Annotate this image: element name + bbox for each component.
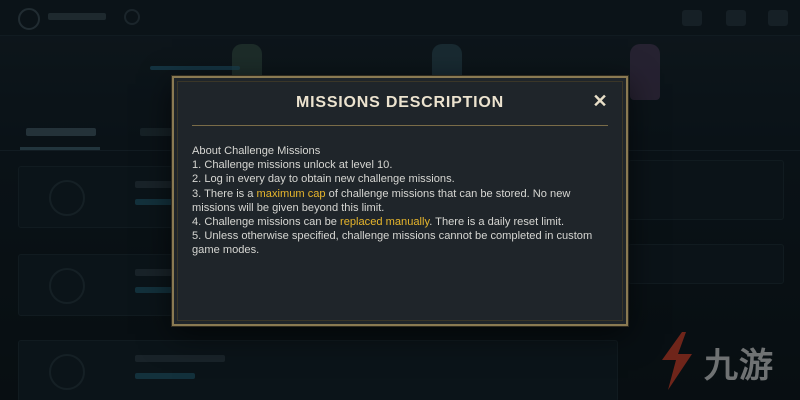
rule-item: 3. There is a maximum cap of challenge m… [192, 187, 610, 215]
rule-highlight: replaced manually [340, 216, 430, 229]
rule-text: 2. Log in every day to obtain new challe… [192, 173, 455, 186]
rule-item: 1. Challenge missions unlock at level 10… [192, 158, 610, 172]
rule-item: 4. Challenge missions can be replaced ma… [192, 215, 610, 229]
rule-text: 3. There is a [192, 187, 257, 200]
rule-item: 2. Log in every day to obtain new challe… [192, 172, 610, 186]
close-button[interactable]: ✕ [590, 91, 610, 111]
rule-highlight: maximum cap [256, 187, 326, 200]
dialog-title: MISSIONS DESCRIPTION [295, 94, 505, 111]
title-divider [192, 125, 608, 126]
rule-text: 4. Challenge missions can be [192, 216, 340, 229]
rule-text: . There is a daily reset limit. [429, 216, 565, 229]
dialog-body: About Challenge Missions 1. Challenge mi… [192, 144, 610, 258]
rule-text: 5. Unless otherwise specified, challenge… [192, 230, 593, 257]
section-heading: About Challenge Missions [192, 145, 321, 157]
rule-text: 1. Challenge missions unlock at level 10… [192, 159, 393, 172]
missions-description-dialog: MISSIONS DESCRIPTION ✕ About Challenge M… [172, 76, 628, 326]
rule-item: 5. Unless otherwise specified, challenge… [192, 229, 610, 257]
